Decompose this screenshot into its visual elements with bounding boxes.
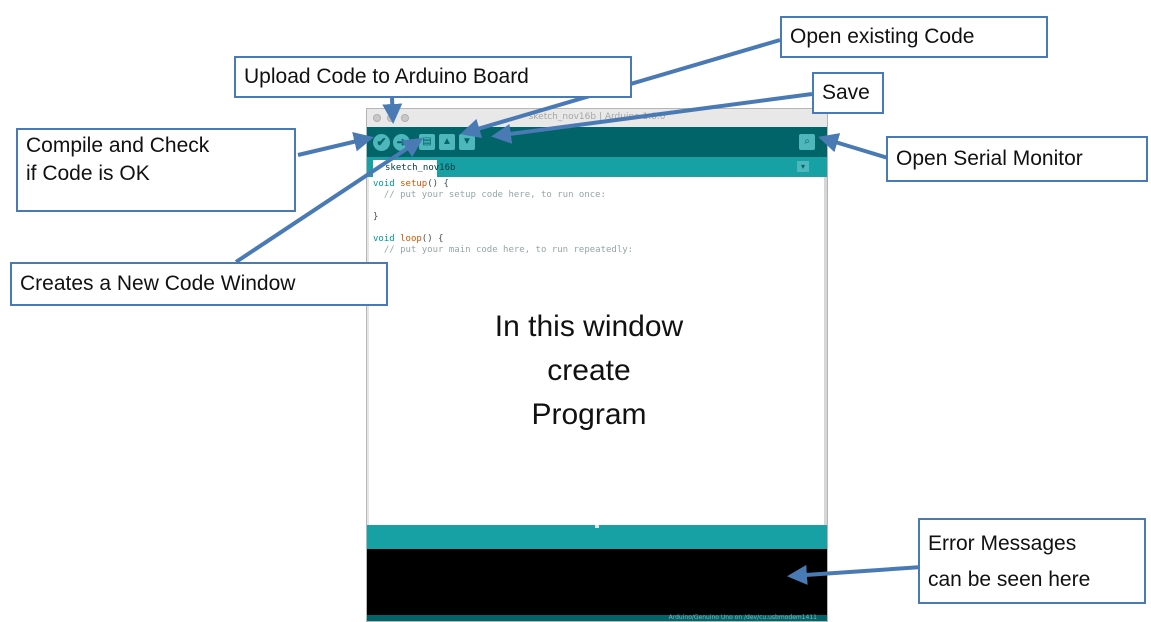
arrow-compile: [297, 131, 374, 157]
callout-text: Error Messages: [928, 532, 1077, 555]
callout-open: Open existing Code: [780, 16, 1048, 58]
callout-new: Creates a New Code Window: [10, 262, 388, 306]
callout-upload: Upload Code to Arduino Board: [234, 56, 632, 98]
arrow-save: [491, 92, 813, 144]
callout-serial: Open Serial Monitor: [886, 136, 1148, 182]
arrow-serial: [818, 133, 889, 160]
callout-text: if Code is OK: [26, 162, 150, 185]
callout-save: Save: [812, 72, 884, 114]
callout-errors: Error Messages can be seen here: [918, 518, 1146, 604]
callout-compile: Compile and Check if Code is OK: [16, 128, 296, 212]
callout-text: Compile and Check: [26, 134, 210, 157]
callout-text: can be seen here: [928, 568, 1091, 591]
arrow-upload: [382, 97, 403, 124]
arrow-errors: [787, 564, 923, 585]
